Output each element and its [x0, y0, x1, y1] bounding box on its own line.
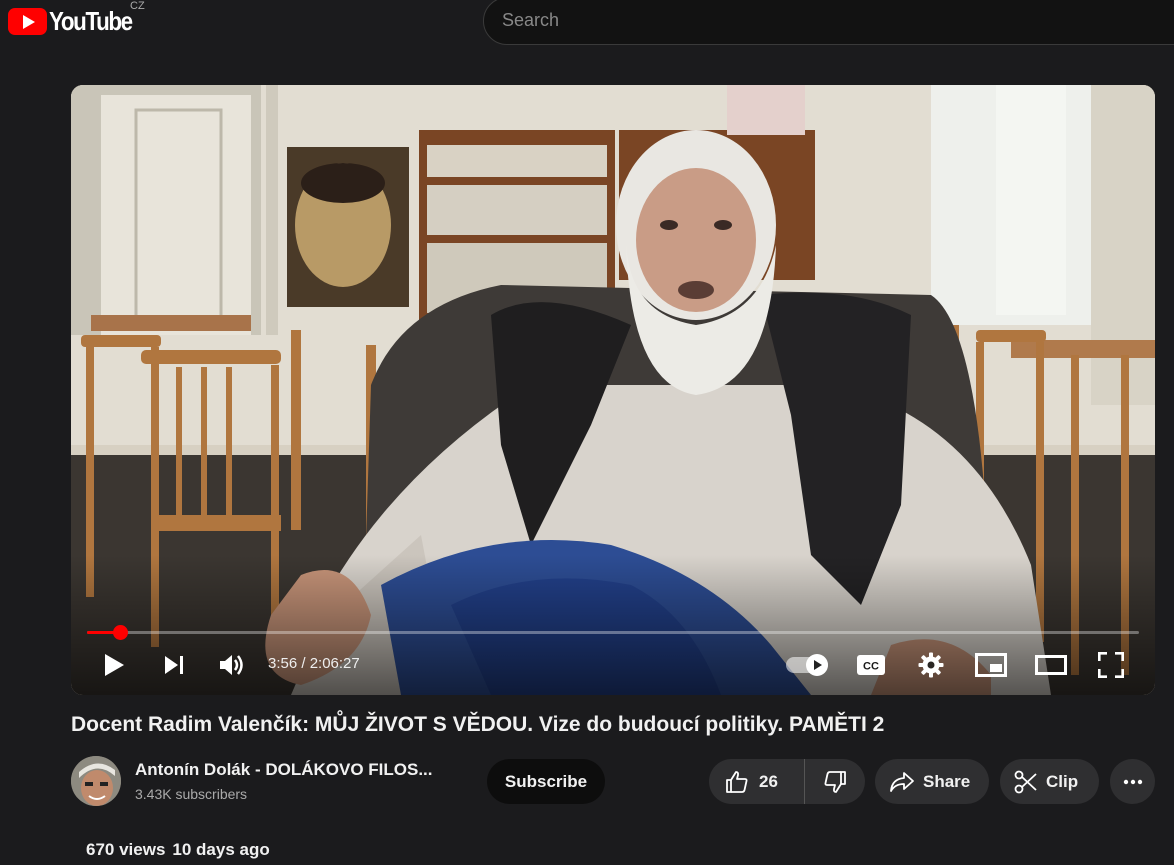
- upload-date: 10 days ago: [172, 840, 270, 859]
- theater-icon: [1035, 655, 1067, 675]
- like-dislike-group: 26: [709, 759, 865, 804]
- youtube-play-logo-icon: [8, 8, 47, 35]
- like-count: 26: [759, 771, 778, 791]
- dislike-button[interactable]: [805, 759, 865, 804]
- autoplay-play-icon: [806, 654, 828, 676]
- autoplay-toggle[interactable]: [786, 654, 828, 676]
- more-horizontal-icon: [1123, 779, 1142, 784]
- video-player[interactable]: 3:56 / 2:06:27 CC: [71, 85, 1155, 695]
- clip-label: Clip: [1046, 771, 1079, 791]
- next-icon: [165, 656, 183, 674]
- progress-scrubber[interactable]: [112, 625, 128, 640]
- settings-icon: [918, 652, 944, 678]
- subtitles-button[interactable]: CC: [854, 647, 888, 683]
- subscribe-label: Subscribe: [504, 771, 588, 791]
- video-title: Docent Radim Valenčík: MŮJ ŽIVOT S VĚDOU…: [71, 713, 885, 736]
- time-display: 3:56 / 2:06:27: [268, 655, 360, 672]
- view-count: 670 views: [86, 840, 166, 859]
- logo-text: YouTube: [49, 6, 133, 36]
- search-box[interactable]: [483, 0, 1174, 45]
- share-label: Share: [923, 771, 971, 791]
- play-icon: [105, 654, 124, 676]
- like-button[interactable]: 26: [709, 759, 805, 804]
- volume-button[interactable]: [217, 647, 247, 683]
- volume-icon: [220, 655, 243, 675]
- next-button[interactable]: [159, 647, 189, 683]
- region-code: CZ: [130, 0, 145, 12]
- thumbs-up-icon: [726, 770, 748, 793]
- subscribe-button[interactable]: Subscribe: [487, 759, 605, 804]
- share-icon: [890, 771, 914, 792]
- miniplayer-button[interactable]: [974, 647, 1008, 683]
- fullscreen-icon: [1098, 652, 1124, 678]
- more-actions-button[interactable]: [1110, 759, 1155, 804]
- video-meta[interactable]: 670 views 10 days ago: [86, 840, 270, 860]
- settings-button[interactable]: [914, 647, 948, 683]
- subtitles-icon: CC: [857, 655, 885, 675]
- youtube-logo[interactable]: YouTube: [8, 6, 145, 37]
- play-button[interactable]: [99, 647, 129, 683]
- video-frame: [71, 85, 1155, 695]
- avatar-image: [71, 756, 121, 806]
- clip-button[interactable]: Clip: [1000, 759, 1099, 804]
- fullscreen-button[interactable]: [1094, 647, 1128, 683]
- share-button[interactable]: Share: [875, 759, 989, 804]
- theater-mode-button[interactable]: [1034, 647, 1068, 683]
- channel-avatar[interactable]: [71, 756, 121, 806]
- scissors-icon: [1014, 770, 1037, 793]
- subscriber-count: 3.43K subscribers: [135, 786, 248, 802]
- progress-bar[interactable]: [87, 625, 1139, 640]
- thumbs-down-icon: [824, 770, 846, 793]
- miniplayer-icon: [975, 653, 1007, 677]
- channel-name[interactable]: Antonín Dolák - DOLÁKOVO FILOS...: [135, 760, 433, 780]
- search-input[interactable]: [502, 10, 1142, 31]
- svg-text:CC: CC: [863, 661, 879, 673]
